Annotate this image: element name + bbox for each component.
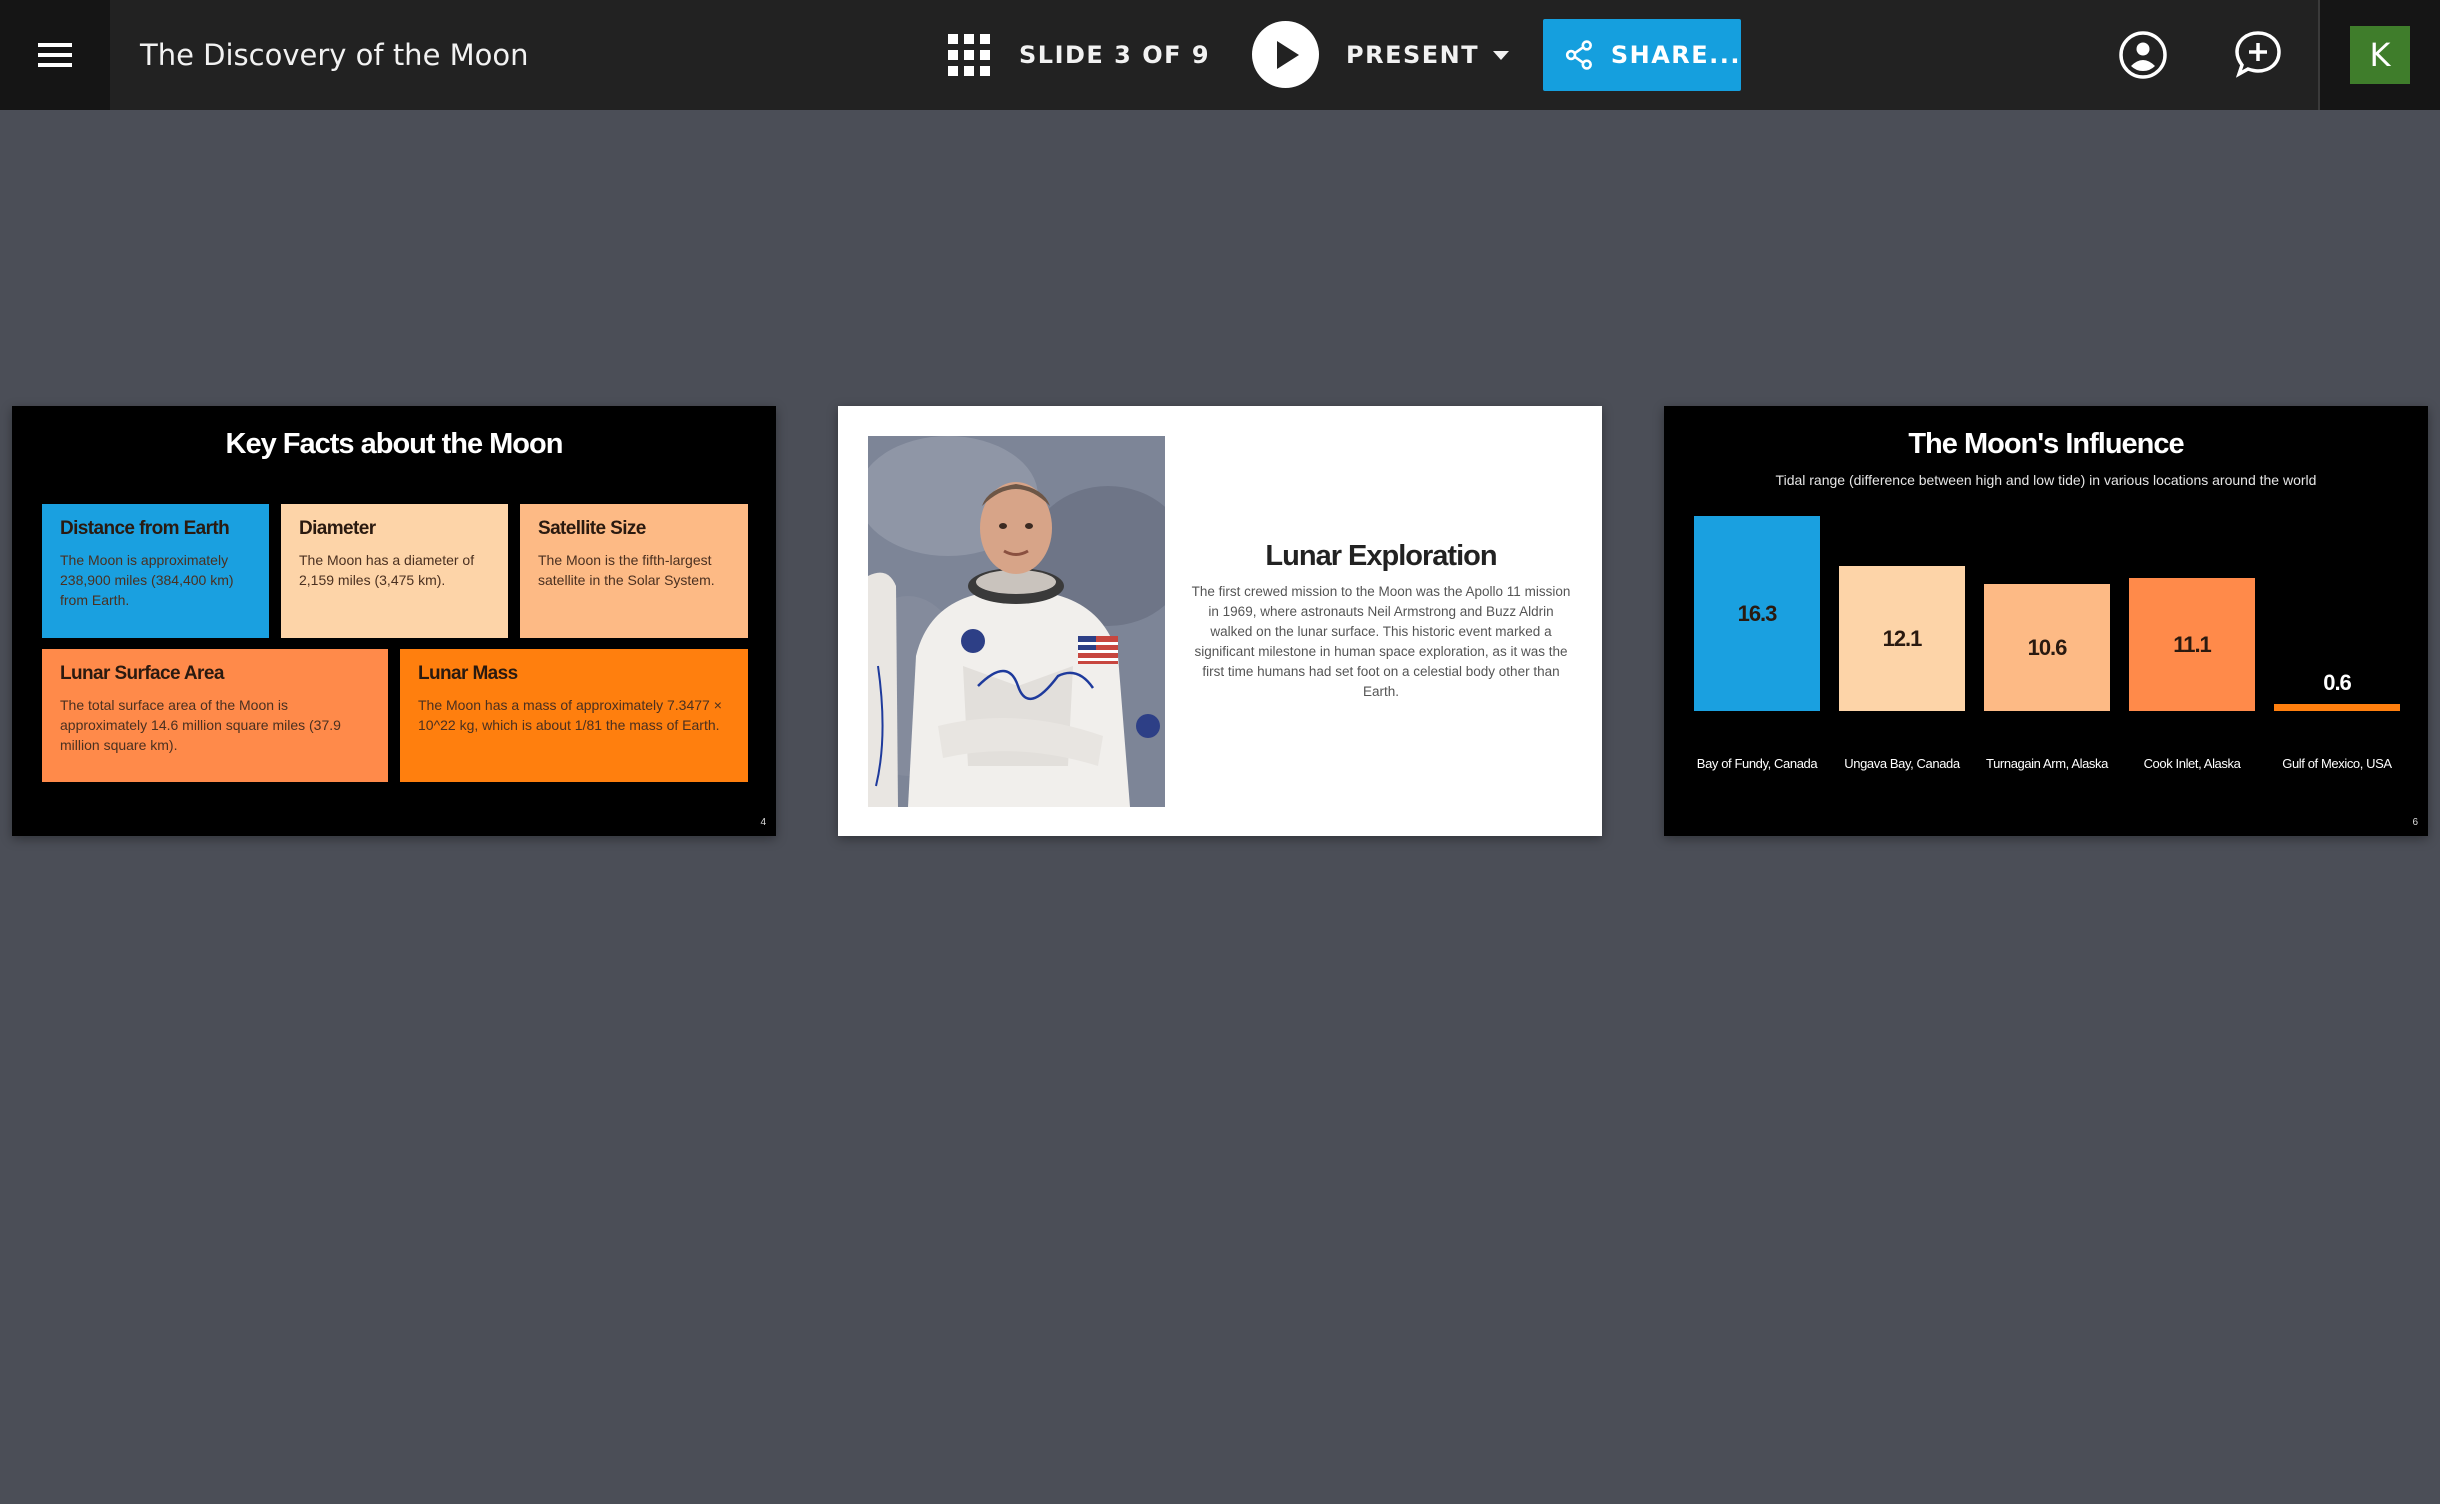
share-label: SHARE...: [1610, 41, 1741, 69]
slide-counter[interactable]: SLIDE 3 OF 9: [1019, 0, 1210, 110]
slide-thumbnail-key-facts[interactable]: Key Facts about the Moon Distance from E…: [12, 406, 776, 836]
fact-card-diameter: Diameter The Moon has a diameter of 2,15…: [281, 504, 508, 638]
top-toolbar: The Discovery of the Moon SLIDE 3 OF 9 P…: [0, 0, 2440, 110]
category-label: Turnagain Arm, Alaska: [1986, 756, 2108, 771]
play-icon: [1276, 40, 1299, 69]
card-heading: Lunar Mass: [418, 663, 518, 684]
category-label: Ungava Bay, Canada: [1844, 756, 1960, 771]
slide-subtitle: Tidal range (difference between high and…: [1775, 472, 2317, 488]
bar-value-label: 12.1: [1882, 625, 1923, 651]
slide-body-text: The first crewed mission to the Moon was…: [1191, 584, 1571, 699]
card-body: The Moon has a mass of approximately 7.3…: [418, 697, 722, 733]
bar-value-label: 16.3: [1737, 600, 1778, 626]
card-body: The Moon has a diameter of 2,159 miles (…: [299, 552, 475, 588]
slide-title: Key Facts about the Moon: [225, 428, 564, 460]
play-button[interactable]: [1252, 21, 1319, 88]
document-title[interactable]: The Discovery of the Moon: [140, 0, 529, 110]
category-label: Bay of Fundy, Canada: [1696, 756, 1818, 771]
menu-button[interactable]: [0, 0, 110, 110]
astronaut-photo: [868, 436, 1165, 807]
card-heading: Satellite Size: [538, 518, 646, 539]
page-number: 4: [760, 817, 766, 828]
caret-down-icon: [1493, 50, 1510, 60]
add-comment-icon[interactable]: [2233, 29, 2283, 79]
present-label: PRESENT: [1346, 41, 1480, 69]
present-dropdown[interactable]: PRESENT: [1346, 0, 1510, 110]
card-body: The Moon is approximately 238,900 miles …: [60, 552, 234, 608]
fact-card-satellite-size: Satellite Size The Moon is the fifth-lar…: [520, 504, 748, 638]
card-heading: Lunar Surface Area: [60, 663, 224, 684]
slide-title: The Moon's Influence: [1908, 428, 2184, 460]
share-button[interactable]: SHARE...: [1543, 19, 1741, 91]
category-label: Gulf of Mexico, USA: [2282, 756, 2392, 771]
hamburger-icon: [38, 43, 72, 67]
card-body: The Moon is the fifth-largest satellite …: [538, 552, 715, 588]
grid-icon[interactable]: [948, 34, 990, 76]
bar-5: [2274, 704, 2400, 711]
category-label: Cook Inlet, Alaska: [2143, 756, 2241, 771]
fact-card-surface-area: Lunar Surface Area The total surface are…: [42, 649, 388, 782]
account-area: K: [2318, 0, 2440, 110]
user-circle-icon[interactable]: [2118, 30, 2168, 80]
share-icon: [1565, 40, 1592, 70]
fact-card-lunar-mass: Lunar Mass The Moon has a mass of approx…: [400, 649, 748, 782]
bar-value-label: 0.6: [2323, 670, 2352, 695]
avatar[interactable]: K: [2350, 26, 2410, 84]
page-number: 6: [2412, 817, 2418, 828]
bar-value-label: 10.6: [2027, 634, 2068, 660]
card-heading: Diameter: [299, 518, 376, 539]
fact-card-distance: Distance from Earth The Moon is approxim…: [42, 504, 269, 638]
bar-value-label: 11.1: [2173, 631, 2212, 657]
slide-thumbnail-lunar-exploration[interactable]: Lunar Exploration The first crewed missi…: [838, 406, 1602, 836]
card-heading: Distance from Earth: [60, 518, 230, 539]
slide-title: Lunar Exploration: [1265, 540, 1497, 572]
slide-thumbnail-moons-influence[interactable]: The Moon's Influence Tidal range (differ…: [1664, 406, 2428, 836]
card-body: The total surface area of the Moon is ap…: [60, 697, 341, 753]
